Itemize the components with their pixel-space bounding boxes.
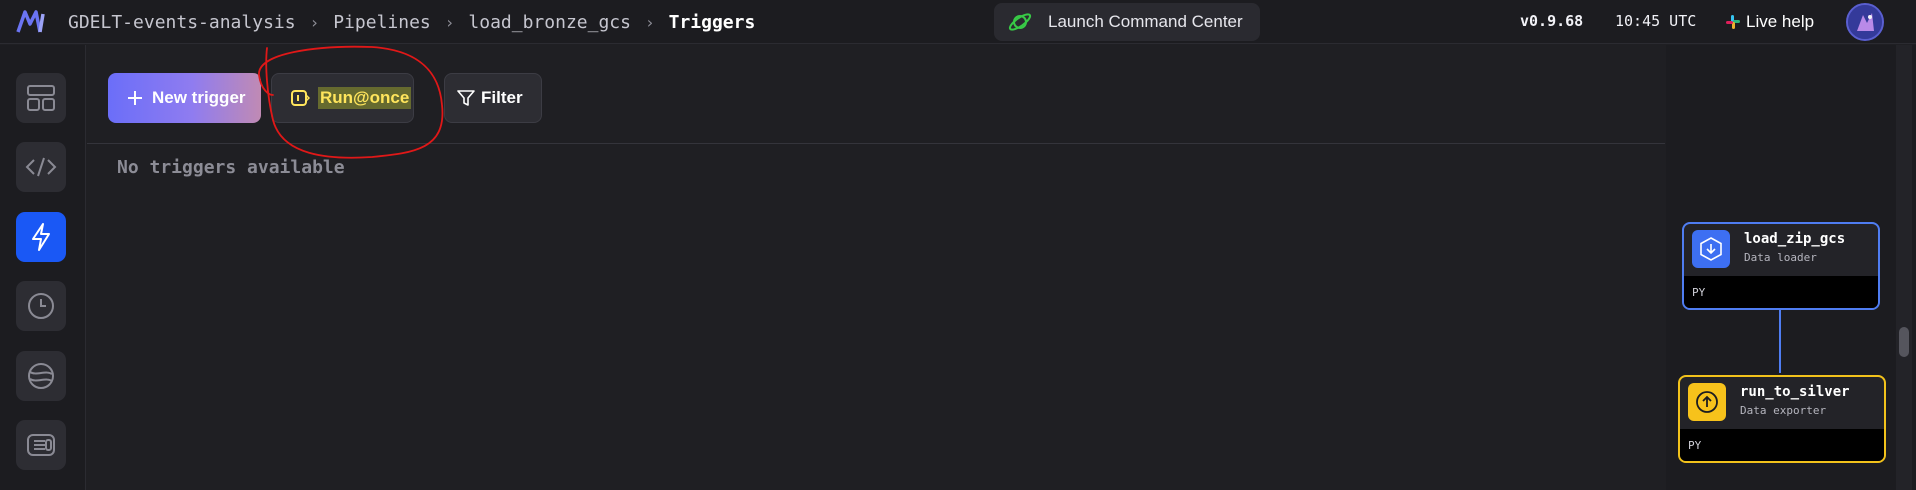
filter-label: Filter [481, 88, 523, 107]
slack-icon [1726, 15, 1740, 29]
breadcrumb: GDELT-events-analysis › Pipelines › load… [68, 0, 755, 44]
filter-button[interactable]: Filter [444, 73, 542, 123]
filter-icon [457, 90, 475, 106]
live-help-label: Live help [1746, 12, 1815, 31]
graph-edge [1779, 309, 1781, 373]
dependency-graph: load_zip_gcs Data loader PY run_to_silve… [1666, 45, 1916, 490]
launch-label: Launch Command Center [1048, 12, 1243, 31]
chevron-right-icon: › [644, 12, 655, 32]
run-once-button[interactable]: Run@once [271, 73, 414, 123]
clock-icon [28, 293, 54, 319]
sidebar-item-runs[interactable] [16, 281, 66, 331]
planet-icon [1008, 13, 1032, 31]
run-once-label: Run@once [318, 87, 412, 109]
time-label: 10:45 UTC [1615, 12, 1697, 30]
node-header: load_zip_gcs Data loader [1684, 224, 1878, 276]
upload-icon [1688, 383, 1726, 421]
left-sidebar [0, 45, 86, 490]
graph-node-load-zip-gcs[interactable]: load_zip_gcs Data loader PY [1682, 222, 1880, 310]
launch-command-center-button[interactable]: Launch Command Center [994, 3, 1260, 41]
divider [87, 143, 1665, 144]
breadcrumb-current: Triggers [668, 11, 756, 33]
node-title: run_to_silver [1740, 384, 1850, 400]
sidebar-item-editor[interactable] [16, 142, 66, 192]
breadcrumb-pipeline[interactable]: load_bronze_gcs [468, 12, 631, 33]
live-help-link[interactable]: Live help [1726, 10, 1814, 34]
sidebar-item-terminal[interactable] [16, 420, 66, 470]
lightning-icon [32, 223, 50, 251]
breadcrumb-project[interactable]: GDELT-events-analysis [68, 12, 296, 33]
node-header: run_to_silver Data exporter [1680, 377, 1884, 429]
layout-icon [27, 85, 55, 111]
sidebar-item-triggers[interactable] [16, 212, 66, 262]
graph-scrollbar[interactable] [1896, 45, 1912, 490]
download-icon [1692, 230, 1730, 268]
chevron-right-icon: › [309, 12, 320, 32]
scrollbar-thumb[interactable] [1899, 327, 1909, 357]
node-title: load_zip_gcs [1744, 231, 1846, 247]
mage-logo-icon[interactable] [16, 10, 48, 34]
node-language: PY [1688, 439, 1702, 452]
run-once-icon [291, 90, 310, 106]
triggers-panel: New trigger Run@once Filter No triggers … [87, 45, 1665, 490]
node-type: Data exporter [1740, 404, 1827, 417]
empty-state-message: No triggers available [117, 157, 345, 178]
terminal-icon [27, 434, 55, 456]
node-type: Data loader [1744, 251, 1817, 264]
graph-node-run-to-silver[interactable]: run_to_silver Data exporter PY [1678, 375, 1886, 463]
node-language: PY [1692, 286, 1706, 299]
top-bar: GDELT-events-analysis › Pipelines › load… [0, 0, 1916, 44]
avatar-image-icon [1848, 5, 1882, 39]
globe-icon [28, 363, 54, 389]
version-label: v0.9.68 [1520, 12, 1584, 30]
node-footer: PY [1680, 429, 1884, 461]
breadcrumb-pipelines[interactable]: Pipelines [333, 12, 431, 33]
sidebar-item-monitor[interactable] [16, 351, 66, 401]
node-footer: PY [1684, 276, 1878, 308]
new-trigger-button[interactable]: New trigger [108, 73, 261, 123]
avatar[interactable] [1846, 3, 1884, 41]
sidebar-item-overview[interactable] [16, 73, 66, 123]
new-trigger-label: New trigger [152, 88, 246, 107]
code-icon [25, 157, 57, 177]
chevron-right-icon: › [444, 12, 455, 32]
plus-icon [128, 91, 142, 105]
